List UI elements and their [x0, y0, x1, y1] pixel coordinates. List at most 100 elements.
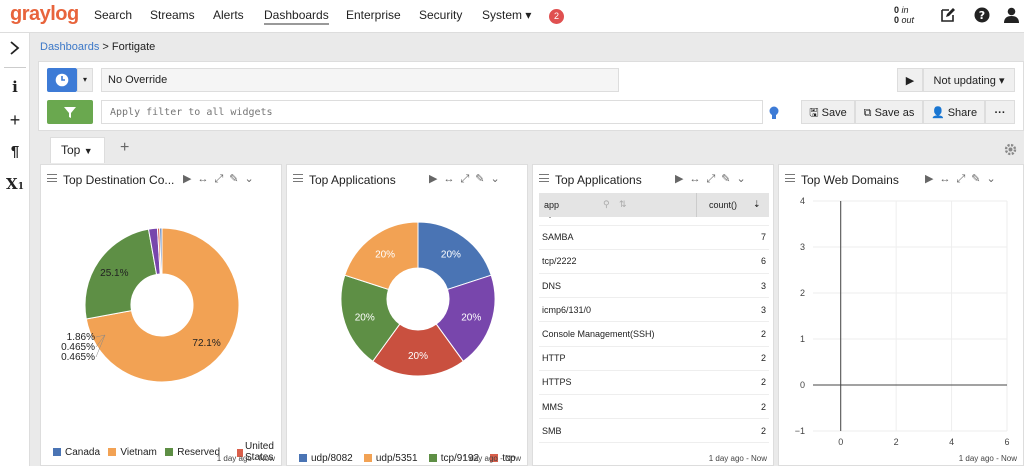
table-row[interactable]: MMS 2: [539, 394, 769, 420]
chevron-right-icon[interactable]: [9, 41, 21, 55]
column-header-app[interactable]: app: [544, 200, 559, 210]
legend-item[interactable]: Vietnam: [108, 447, 157, 458]
nav-system[interactable]: System ▾: [482, 8, 531, 22]
filter-input[interactable]: [101, 100, 763, 124]
expand-horizontal-icon[interactable]: ↔: [689, 173, 706, 185]
notification-badge[interactable]: 2: [549, 9, 564, 24]
table-row[interactable]: Console Management(SSH) 2: [539, 321, 769, 347]
fullscreen-icon[interactable]: ⤢: [214, 173, 229, 185]
paragraph-icon[interactable]: ¶: [0, 143, 30, 160]
edit-icon[interactable]: [940, 7, 956, 23]
sort-icon[interactable]: ⇅: [619, 199, 627, 210]
edit-widget-icon[interactable]: ✎: [971, 173, 986, 185]
widget-top-applications-table: Top Applications ▶↔⤢✎⌄ tcp/844416SAMBA7t…: [532, 164, 774, 466]
chevron-down-icon[interactable]: ⌄: [737, 173, 752, 185]
share-button[interactable]: 👤 Share: [923, 100, 985, 124]
nav-dashboards[interactable]: Dashboards: [264, 8, 329, 25]
expand-horizontal-icon[interactable]: ↔: [443, 173, 460, 185]
lightbulb-icon[interactable]: [769, 106, 779, 120]
legend-swatch: [108, 448, 117, 457]
tab-top[interactable]: Top ▼: [50, 137, 105, 163]
more-actions-button[interactable]: ···: [985, 100, 1015, 124]
drag-handle-icon[interactable]: [47, 174, 57, 182]
fullscreen-icon[interactable]: ⤢: [706, 173, 721, 185]
legend-label: Reserved: [177, 447, 221, 458]
legend-item[interactable]: Reserved: [165, 447, 220, 458]
expand-horizontal-icon[interactable]: ↔: [939, 173, 956, 185]
fullscreen-icon[interactable]: ⤢: [460, 173, 475, 185]
table-row[interactable]: SAMBA 7: [539, 225, 769, 250]
legend-label: udp/5351: [375, 453, 418, 464]
edit-widget-icon[interactable]: ✎: [475, 173, 490, 185]
table-row[interactable]: DNS 3: [539, 273, 769, 299]
dashboard-tabs: Top ▼ +: [38, 135, 1024, 163]
pie-chart-countries: 72.1%25.1%1.86%0.465%0.465%: [61, 227, 240, 383]
table-row[interactable]: icmp6/131/0 3: [539, 297, 769, 323]
gear-icon[interactable]: [1004, 143, 1017, 156]
parameters-icon[interactable]: X1: [0, 175, 30, 193]
share-label: Share: [947, 107, 978, 119]
nav-enterprise[interactable]: Enterprise: [346, 8, 401, 22]
drag-handle-icon[interactable]: [293, 174, 303, 182]
chevron-down-icon[interactable]: ⌄: [245, 173, 260, 185]
chevron-down-icon[interactable]: ▼: [84, 146, 93, 156]
table-row[interactable]: tcp/2222 6: [539, 249, 769, 275]
nav-streams[interactable]: Streams: [150, 8, 195, 22]
breadcrumb-separator: >: [102, 41, 109, 53]
pin-icon[interactable]: ⚲: [603, 199, 610, 210]
timerange-button[interactable]: [47, 68, 77, 92]
timerange-dropdown-caret[interactable]: ▾: [77, 68, 93, 92]
legend-item[interactable]: Canada: [53, 447, 100, 458]
save-button[interactable]: 🖫 Save: [801, 100, 855, 124]
graylog-logo[interactable]: graylog: [10, 3, 79, 26]
play-refresh-button[interactable]: ▶: [897, 68, 923, 92]
slice-label: 72.1%: [192, 338, 220, 349]
cell-app: Console Management(SSH): [539, 321, 742, 347]
cell-count: 2: [741, 321, 769, 347]
play-icon[interactable]: ▶: [675, 173, 689, 185]
chevron-down-icon[interactable]: ⌄: [491, 173, 506, 185]
y-tick-label: −1: [795, 426, 805, 436]
drag-handle-icon[interactable]: [785, 174, 795, 182]
drag-handle-icon[interactable]: [539, 174, 549, 182]
info-icon[interactable]: i: [0, 78, 30, 96]
widget-title: Top Applications: [555, 173, 642, 187]
nav-security[interactable]: Security: [419, 8, 462, 22]
table-row[interactable]: SMB 2: [539, 418, 769, 444]
nav-search[interactable]: Search: [94, 8, 132, 22]
legend-item[interactable]: udp/5351: [363, 453, 418, 464]
edit-widget-icon[interactable]: ✎: [721, 173, 736, 185]
breadcrumb-dashboards-link[interactable]: Dashboards: [40, 41, 99, 53]
add-tab-button[interactable]: +: [120, 139, 129, 157]
breadcrumb-current: Fortigate: [111, 41, 156, 53]
table-row[interactable]: HTTP 2: [539, 346, 769, 371]
search-bar-panel: ▾ No Override ▶ Not updating ▾ 🖫 Save ⧉ …: [38, 61, 1024, 131]
save-as-button[interactable]: ⧉ Save as: [855, 100, 923, 124]
filter-button[interactable]: [47, 100, 93, 124]
sort-desc-icon[interactable]: ⇣: [753, 199, 761, 210]
play-icon[interactable]: ▶: [183, 173, 197, 185]
cell-count: 7: [741, 225, 769, 250]
legend-label: Canada: [65, 447, 101, 458]
refresh-interval-dropdown[interactable]: Not updating ▾: [923, 68, 1015, 92]
table-row[interactable]: HTTPS 2: [539, 370, 769, 396]
user-icon[interactable]: [1004, 7, 1019, 23]
legend-item[interactable]: udp/8082: [299, 453, 353, 464]
help-icon[interactable]: ?: [974, 7, 990, 23]
add-widget-icon[interactable]: +: [0, 110, 30, 131]
cell-app: icmp6/131/0: [539, 297, 742, 323]
chevron-down-icon[interactable]: ⌄: [987, 173, 1002, 185]
timerange-field[interactable]: No Override: [101, 68, 619, 92]
widget-timerange: 1 day ago - Now: [216, 454, 275, 463]
expand-horizontal-icon[interactable]: ↔: [197, 173, 214, 185]
cell-app: MMS: [539, 394, 742, 420]
column-header-count[interactable]: count(): [709, 200, 737, 210]
slice-label: 25.1%: [100, 268, 128, 279]
fullscreen-icon[interactable]: ⤢: [956, 173, 971, 185]
table-scroll-area[interactable]: tcp/844416SAMBA7tcp/22226DNS3icmp6/131/0…: [539, 213, 769, 463]
play-icon[interactable]: ▶: [429, 173, 443, 185]
slice-label: 20%: [441, 250, 461, 261]
nav-alerts[interactable]: Alerts: [213, 8, 244, 22]
play-icon[interactable]: ▶: [925, 173, 939, 185]
edit-widget-icon[interactable]: ✎: [229, 173, 244, 185]
